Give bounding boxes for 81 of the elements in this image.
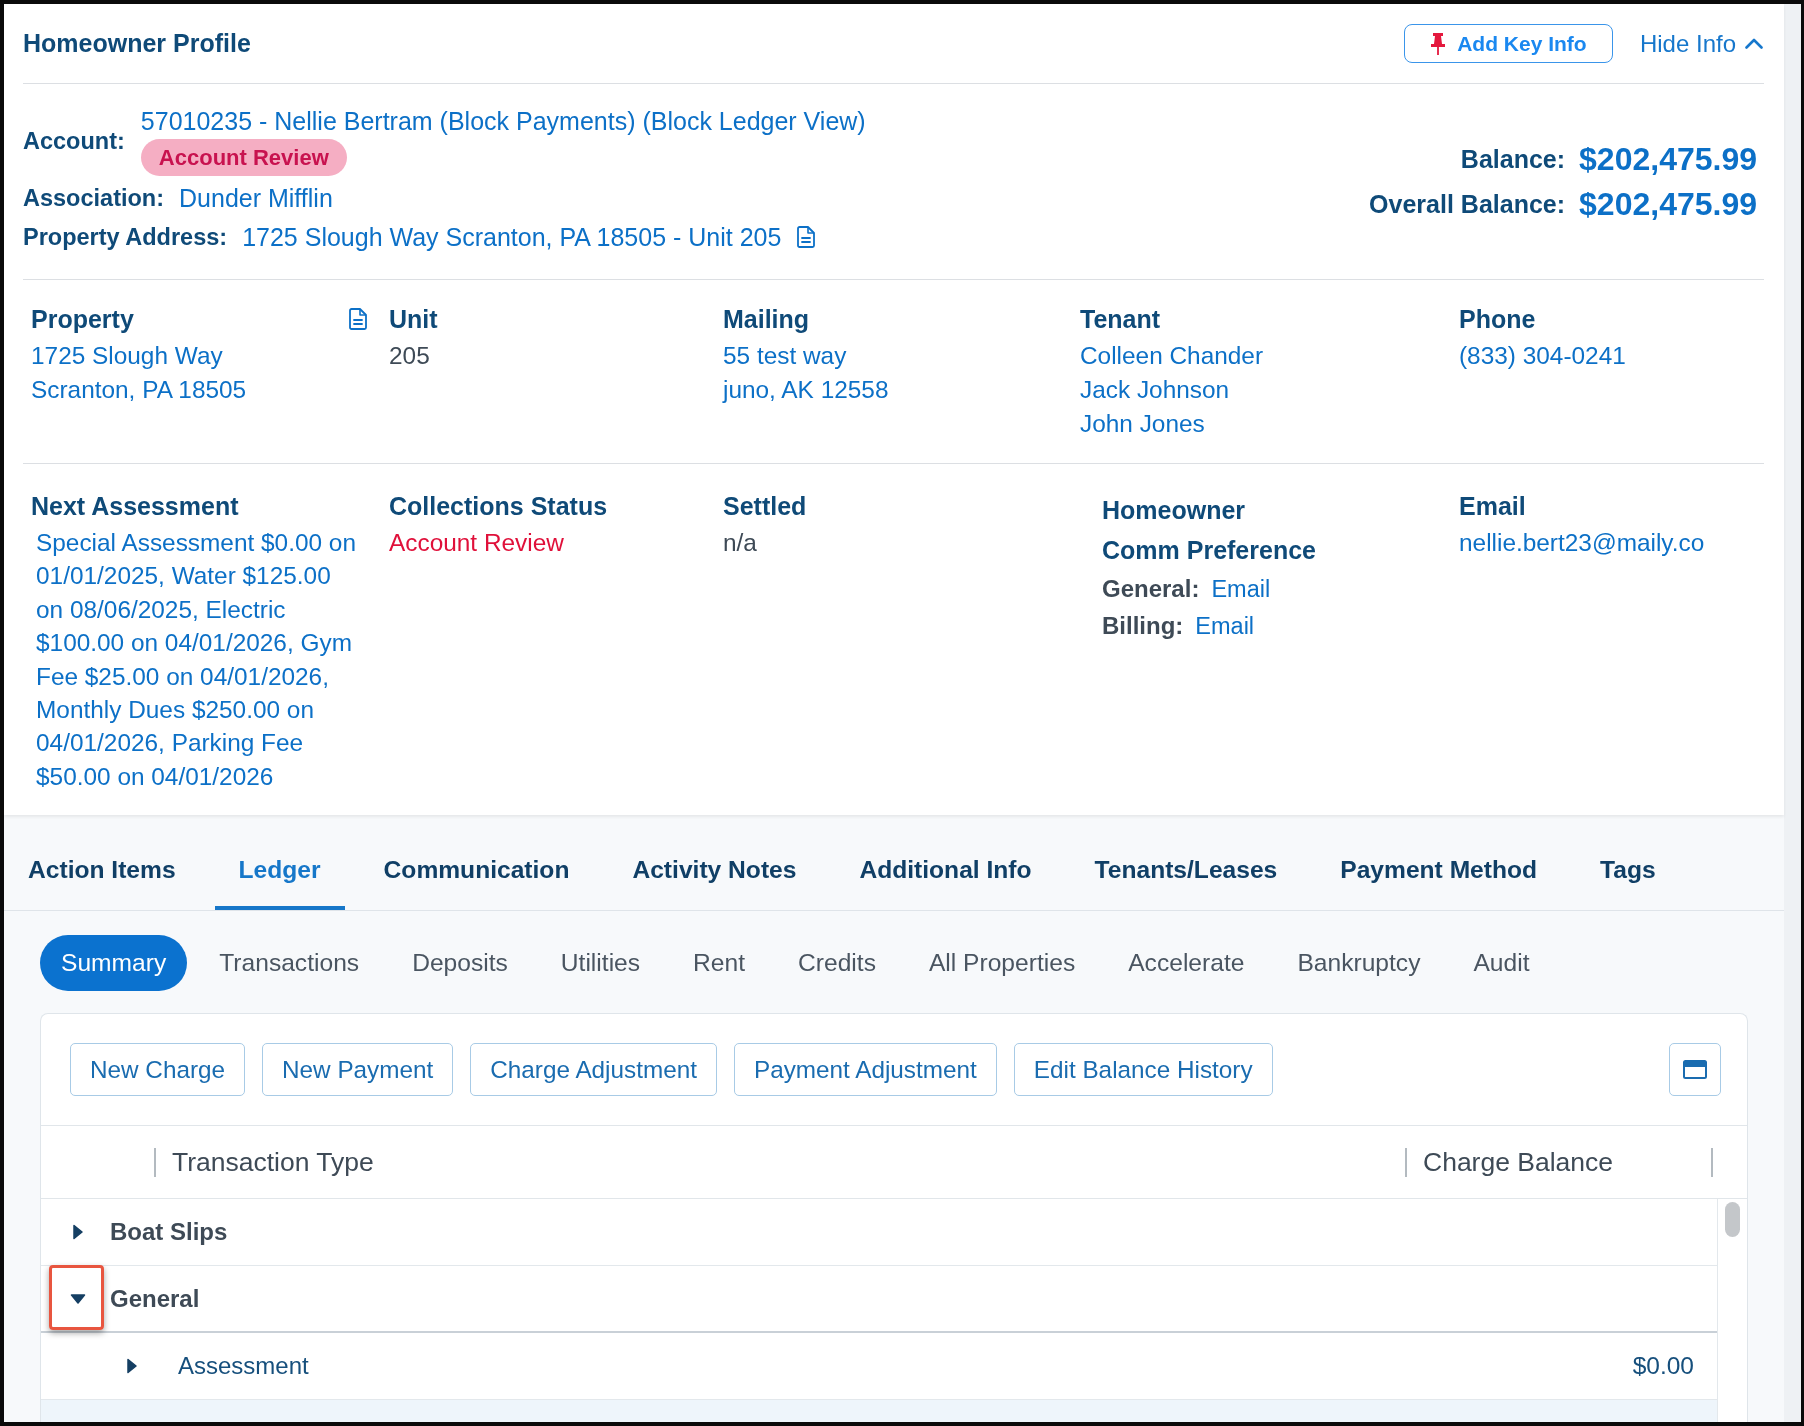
hide-info-link[interactable]: Hide Info [1639,29,1763,58]
document-icon[interactable] [797,226,816,248]
info-text: n/a [723,528,757,558]
subtab[interactable]: All Properties [907,935,1097,991]
section-heading: Tenant [1080,304,1161,335]
section-heading: Homeowner [1102,495,1246,526]
action-button[interactable]: New Payment [262,1043,454,1096]
tab[interactable]: Communication [359,830,594,910]
tab[interactable]: Ledger [214,830,345,910]
pin-icon [1430,32,1447,55]
action-button[interactable]: Charge Adjustment [470,1043,717,1096]
section-heading: Mailing [723,304,810,335]
subtab[interactable]: Rent [672,935,767,991]
preference-link[interactable]: Email [1211,573,1271,604]
amount-cell: $0.00 [1632,1352,1694,1380]
info-link[interactable]: Jack Johnson [1080,373,1230,407]
tab[interactable]: Activity Notes [608,830,821,910]
field-label: Property Address: [23,223,228,252]
section-heading: Unit [389,304,438,335]
tab[interactable]: Payment Method [1316,830,1562,910]
preference-link[interactable]: Email [1195,610,1255,641]
info-link[interactable]: Scranton, PA 18505 [31,373,247,407]
info-link[interactable]: 1725 Slough Way [31,339,223,373]
section-heading: Comm Preference [1102,535,1316,566]
field-label: Account: [23,127,125,155]
action-button[interactable]: New Charge [70,1043,246,1096]
balance-value: $202,475.99 [1579,185,1757,223]
subtab[interactable]: Summary [40,935,188,991]
scrollbar-thumb[interactable] [1725,1202,1740,1237]
add-key-info-button[interactable]: Add Key Info [1403,24,1613,63]
info-link[interactable]: juno, AK 12558 [723,373,889,407]
subtab[interactable]: Accelerate [1107,935,1266,991]
layout-icon [1683,1060,1707,1079]
document-icon[interactable] [349,308,367,330]
info-link[interactable]: John Jones [1080,407,1205,441]
tab[interactable]: Action Items [4,830,200,910]
info-link[interactable]: Special Assessment $0.00 on 01/01/2025, Water $125.00 on 08/06/2025, Electric $100.00 on 04/01/2026, Gym Fee $25.00 on 04/01/2026, Monthly Dues $250.00 on 04/01/2026, Parking Fee $50.00 on 04/01/2026 [31,526,361,794]
caret-right-icon[interactable] [73,1224,83,1240]
tab[interactable]: Tags [1576,830,1680,910]
balance-label: Balance: [1460,144,1566,174]
section-heading: Phone [1459,304,1536,335]
tab[interactable]: Tenants/Leases [1070,830,1302,910]
action-button[interactable]: Edit Balance History [1013,1043,1273,1096]
association-link[interactable]: Dunder Mifflin [179,183,333,213]
info-link[interactable]: (833) 304-0241 [1459,339,1626,373]
info-link[interactable]: nellie.bert23@maily.co [1459,526,1705,560]
subtab[interactable]: Deposits [391,935,529,991]
tab[interactable]: Additional Info [835,830,1056,910]
column-header[interactable]: Charge Balance [1423,1146,1614,1178]
status-badge: Account Review [140,139,347,176]
field-label: Billing: [1102,611,1184,641]
action-button[interactable]: Payment Adjustment [733,1043,997,1096]
account-link[interactable]: 57010235 - Nellie Bertram (Block Payments) (Block Ledger View) [140,106,866,136]
subtab[interactable]: Bankruptcy [1276,935,1442,991]
row-label: Boat Slips [110,1218,228,1246]
section-heading: Collections Status [389,491,608,522]
balance-value: $202,475.99 [1579,140,1757,178]
subtab[interactable]: Transactions [198,935,381,991]
section-heading: Next Assessment [31,491,239,522]
address-link[interactable]: 1725 Slough Way Scranton, PA 18505 - Unit 205 [242,222,782,252]
subtab[interactable]: Audit [1452,935,1551,991]
section-heading: Email [1459,491,1526,522]
balance-label: Overall Balance: [1369,189,1566,219]
status-text: Account Review [389,528,564,558]
row-label: General [110,1284,200,1313]
section-heading: Property [31,304,134,335]
subtab[interactable]: Utilities [539,935,662,991]
section-heading: Settled [723,491,807,522]
row-label: Assessment [178,1352,309,1380]
info-link[interactable]: Colleen Chander [1080,339,1264,373]
info-text: 205 [389,341,430,371]
layout-toggle-button[interactable] [1669,1043,1721,1096]
column-header[interactable]: Transaction Type [172,1146,374,1178]
chevron-up-icon [1745,38,1763,49]
page-title: Homeowner Profile [23,29,251,58]
subtab[interactable]: Credits [777,935,897,991]
info-link[interactable]: 55 test way [723,339,847,373]
caret-right-icon[interactable] [127,1358,137,1374]
field-label: General: [1102,574,1200,604]
caret-down-icon[interactable] [70,1293,86,1304]
field-label: Association: [23,184,165,213]
